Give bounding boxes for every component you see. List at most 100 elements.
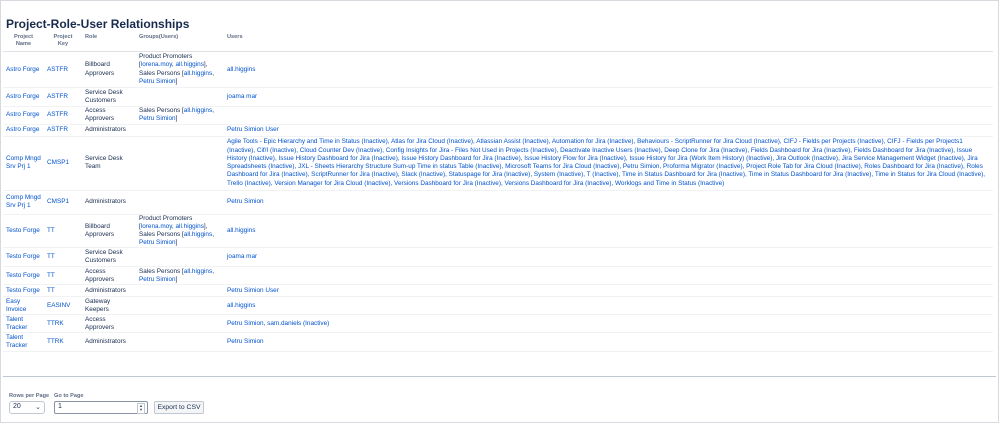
- group-user-link[interactable]: all.higgins: [184, 231, 212, 238]
- project-key-link[interactable]: TT: [47, 253, 55, 260]
- col-header-role[interactable]: Role: [82, 33, 136, 53]
- group-text: ]: [175, 115, 178, 123]
- group-user-link[interactable]: all.higgins: [184, 268, 212, 275]
- users-link[interactable]: Petru Simion User: [227, 126, 279, 133]
- project-key-link[interactable]: TT: [47, 287, 55, 294]
- project-name-link[interactable]: Testo Forge: [6, 227, 40, 234]
- users-link[interactable]: all.higgins: [227, 227, 255, 234]
- users-link[interactable]: Petru Simion: [227, 198, 264, 205]
- users-link[interactable]: all.higgins: [227, 302, 255, 309]
- project-name-link[interactable]: Easy Invoice: [6, 298, 26, 313]
- role-text: Access Approvers: [85, 315, 115, 331]
- project-key-link[interactable]: TTRK: [47, 338, 64, 345]
- project-key-link[interactable]: ASTFR: [47, 111, 68, 118]
- stepper-icon[interactable]: ▲ ▼: [137, 403, 145, 414]
- group-user-link[interactable]: Petru Simion: [139, 115, 176, 122]
- col-header-users[interactable]: Users: [224, 33, 993, 53]
- group-text: Sales Persons: [139, 267, 182, 275]
- project-key-link[interactable]: EASINV: [47, 302, 70, 309]
- role-text: Billboard Approvers: [85, 61, 115, 77]
- table-header-row: Project Name Project Key Role Groups(Use…: [3, 33, 993, 53]
- group-user-link[interactable]: all.higgins: [175, 223, 203, 230]
- project-name-link[interactable]: Comp Mngd Srv Prj 1: [6, 194, 41, 209]
- project-name-link[interactable]: Comp Mngd Srv Prj 1: [6, 155, 41, 170]
- group-text: ],: [203, 222, 208, 230]
- table-row: Testo Forge TT Billboard Approvers Product …: [3, 214, 993, 249]
- project-key-link[interactable]: ASTFR: [47, 93, 68, 100]
- go-to-page-value: 1: [58, 403, 62, 410]
- group-user-link[interactable]: all.higgins: [175, 61, 203, 68]
- group-user-link[interactable]: Petru Simion: [139, 276, 176, 283]
- project-name-link[interactable]: Astro Forge: [6, 93, 39, 100]
- role-text: Administrators: [85, 197, 126, 205]
- group-text: ,: [212, 267, 214, 275]
- project-key-link[interactable]: CMSP1: [47, 198, 69, 205]
- group-user-link[interactable]: lorena.moy: [141, 223, 172, 230]
- group-text: ,: [212, 231, 214, 238]
- users-link[interactable]: Agile Tools - Epic Hierarchy and Time in…: [227, 138, 985, 186]
- group-user-link[interactable]: all.higgins: [184, 70, 212, 77]
- groups-cell: [136, 124, 224, 137]
- group-user-link[interactable]: lorena.moy: [141, 61, 172, 68]
- group-text: ]: [175, 77, 178, 85]
- groups-cell: [136, 284, 224, 298]
- go-to-page-input[interactable]: 1 ▲ ▼: [54, 401, 148, 414]
- project-key-link[interactable]: TTRK: [47, 320, 64, 327]
- project-name-link[interactable]: Testo Forge: [6, 272, 40, 279]
- project-key-link[interactable]: CMSP1: [47, 159, 69, 166]
- users-link[interactable]: Petru Simion: [227, 338, 264, 345]
- group-text: Sales Persons: [139, 107, 182, 115]
- project-name-link[interactable]: Talent Tracker: [6, 316, 27, 331]
- role-text: Service Desk Team: [85, 154, 123, 171]
- groups-cell: [136, 314, 224, 334]
- col-header-project-name[interactable]: Project Name: [3, 33, 44, 53]
- table-body: Astro Forge ASTFR Billboard Approvers Produ…: [3, 51, 993, 353]
- users-link[interactable]: joama mar: [227, 253, 257, 260]
- role-text: Administrators: [85, 338, 126, 346]
- group-text: Product Promoters: [139, 214, 193, 222]
- groups-cell: [136, 190, 224, 215]
- group-user-link[interactable]: Petru Simion: [139, 239, 176, 246]
- project-key-link[interactable]: ASTFR: [47, 126, 68, 133]
- table-row: Testo Forge TT Administrators Petru Simion …: [3, 284, 993, 298]
- group-text: ,: [212, 69, 214, 77]
- project-name-link[interactable]: Testo Forge: [6, 253, 40, 260]
- project-name-link[interactable]: Testo Forge: [6, 287, 40, 294]
- role-text: Access Approvers: [85, 107, 115, 123]
- chevron-down-icon: ⌄: [35, 404, 41, 411]
- users-link[interactable]: joama mar: [227, 93, 257, 100]
- role-text: Administrators: [85, 286, 126, 294]
- users-link[interactable]: Petru Simion, sam.daniels (Inactive): [227, 320, 329, 327]
- col-header-groups[interactable]: Groups(Users): [136, 33, 224, 53]
- project-name-link[interactable]: Astro Forge: [6, 66, 39, 73]
- table-row: Testo Forge TT Service Desk Customers joama…: [3, 247, 993, 268]
- table-row: Comp Mngd Srv Prj 1 CMSP1 Administrators Pe…: [3, 190, 993, 215]
- project-key-link[interactable]: ASTFR: [47, 66, 68, 73]
- table-row: Astro Forge ASTFR Service Desk Customers jo…: [3, 87, 993, 108]
- table-row: Easy Invoice EASINV Gateway Keepers all.hig…: [3, 296, 993, 316]
- group-user-link[interactable]: all.higgins: [184, 107, 212, 114]
- group-text: ],: [203, 61, 208, 69]
- groups-cell: Product Promoters [lorena.moy, all.higgi…: [136, 214, 224, 249]
- role-text: Access Approvers: [85, 267, 115, 283]
- users-link[interactable]: all.higgins: [227, 66, 255, 73]
- project-key-link[interactable]: TT: [47, 272, 55, 279]
- groups-cell: Sales Persons [all.higgins, Petru Simion…: [136, 266, 224, 286]
- users-link[interactable]: Petru Simion User: [227, 287, 279, 294]
- group-text: Sales Persons: [139, 69, 182, 77]
- project-name-link[interactable]: Talent Tracker: [6, 334, 27, 349]
- role-text: Service Desk Customers: [85, 249, 123, 265]
- export-csv-button[interactable]: Export to CSV: [154, 401, 204, 414]
- group-user-link[interactable]: Petru Simion: [139, 78, 176, 85]
- role-text: Gateway Keepers: [85, 297, 111, 313]
- groups-cell: [136, 136, 224, 191]
- table-row: Talent Tracker TTRK Administrators Petru Si…: [3, 332, 993, 353]
- table-row: Astro Forge ASTFR Administrators Petru Simi…: [3, 124, 993, 137]
- table-row: Comp Mngd Srv Prj 1 CMSP1 Service Desk Tea…: [3, 136, 993, 191]
- project-key-link[interactable]: TT: [47, 227, 55, 234]
- rows-per-page-select[interactable]: 20 ⌄: [9, 401, 45, 414]
- project-name-link[interactable]: Astro Forge: [6, 111, 39, 118]
- table-row: Talent Tracker TTRK Access Approvers Petru …: [3, 314, 993, 334]
- col-header-project-key[interactable]: Project Key: [44, 33, 82, 53]
- project-name-link[interactable]: Astro Forge: [6, 126, 39, 133]
